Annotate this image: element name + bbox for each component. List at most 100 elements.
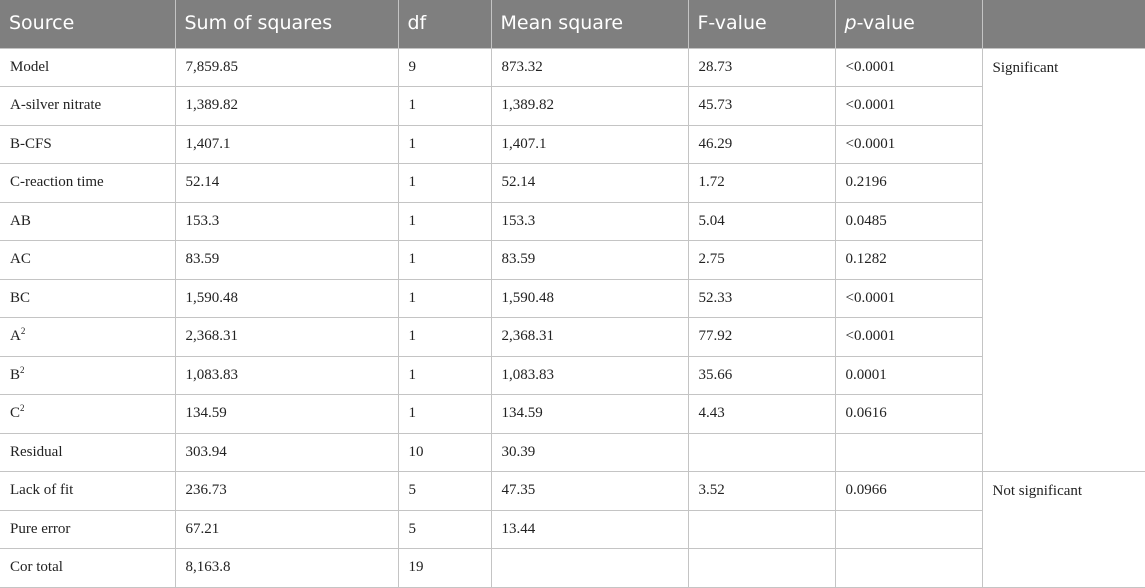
f-value-cell: 3.52 — [687, 471, 836, 511]
source-label: A — [10, 328, 21, 345]
mean-square-cell: 13.44 — [490, 509, 689, 549]
mean-square-cell: 1,083.83 — [490, 355, 689, 395]
source-cell: Pure error — [0, 509, 176, 549]
p-value-cell — [834, 509, 982, 549]
df-cell: 5 — [397, 471, 492, 511]
source-cell: Model — [0, 47, 176, 87]
df-cell: 1 — [397, 394, 492, 434]
anova-table: Source Sum of squares df Mean square F-v… — [0, 0, 1145, 588]
table-row: Residual 303.94 10 30.39 — [0, 432, 1145, 472]
df-cell: 9 — [397, 47, 492, 87]
mean-square-cell: 134.59 — [490, 394, 689, 434]
p-value-cell: <0.0001 — [834, 124, 982, 164]
source-cell: A2 — [0, 317, 176, 357]
df-cell: 5 — [397, 509, 492, 549]
source-label: Model — [10, 58, 50, 75]
df-cell: 1 — [397, 163, 492, 203]
source-label: C-reaction time — [10, 174, 104, 191]
table-row: A-silver nitrate 1,389.82 1 1,389.82 45.73 <0… — [0, 86, 1145, 126]
table-row: AB 153.3 1 153.3 5.04 0.0485 — [0, 201, 1145, 241]
p-value-cell — [834, 432, 982, 472]
f-value-cell: 52.33 — [687, 278, 836, 318]
source-cell: A-silver nitrate — [0, 86, 176, 126]
header-mean-square: Mean square — [490, 0, 688, 48]
source-label: C — [10, 405, 21, 422]
mean-square-cell: 1,389.82 — [490, 86, 689, 126]
exponent: 2 — [20, 326, 26, 337]
source-cell: Residual — [0, 432, 176, 472]
f-value-cell — [687, 509, 836, 549]
mean-square-cell: 30.39 — [490, 432, 689, 472]
table-row: A2 2,368.31 1 2,368.31 77.92 <0.0001 — [0, 317, 1145, 357]
table-row: B-CFS 1,407.1 1 1,407.1 46.29 <0.0001 — [0, 124, 1145, 164]
model-significance-note: Significant — [981, 47, 1145, 472]
p-value-cell: 0.1282 — [834, 240, 982, 280]
source-label: Cor total — [10, 559, 63, 576]
header-significance — [981, 0, 1145, 48]
source-label: Lack of fit — [10, 482, 74, 499]
sum-of-squares-cell: 67.21 — [174, 509, 399, 549]
mean-square-cell: 1,407.1 — [490, 124, 689, 164]
table-row: B2 1,083.83 1 1,083.83 35.66 0.0001 — [0, 355, 1145, 395]
exponent: 2 — [20, 403, 25, 414]
mean-square-cell: 83.59 — [490, 240, 689, 280]
f-value-cell: 35.66 — [687, 355, 836, 395]
sum-of-squares-cell: 1,407.1 — [174, 124, 399, 164]
p-value-cell: 0.0485 — [834, 201, 982, 241]
sum-of-squares-cell: 2,368.31 — [174, 317, 399, 357]
mean-square-cell — [490, 548, 689, 588]
source-cell: C-reaction time — [0, 163, 176, 203]
df-cell: 1 — [397, 317, 492, 357]
df-cell: 1 — [397, 86, 492, 126]
p-value-cell: 0.0616 — [834, 394, 982, 434]
mean-square-cell: 47.35 — [490, 471, 689, 511]
df-cell: 19 — [397, 548, 492, 588]
source-label: Pure error — [10, 520, 71, 537]
p-value-cell — [834, 548, 982, 588]
header-source: Source — [0, 0, 175, 48]
f-value-cell: 28.73 — [687, 47, 836, 87]
df-cell: 1 — [397, 278, 492, 318]
lack-of-fit-significance-note: Not significant — [981, 471, 1145, 588]
source-label: AB — [10, 212, 31, 229]
sum-of-squares-cell: 52.14 — [174, 163, 399, 203]
df-cell: 10 — [397, 432, 492, 472]
source-label: AC — [10, 251, 31, 268]
f-value-cell: 4.43 — [687, 394, 836, 434]
table-row: BC 1,590.48 1 1,590.48 52.33 <0.0001 — [0, 278, 1145, 318]
source-cell: AB — [0, 201, 176, 241]
df-cell: 1 — [397, 201, 492, 241]
header-df: df — [397, 0, 491, 48]
f-value-cell: 45.73 — [687, 86, 836, 126]
source-cell: B-CFS — [0, 124, 176, 164]
sum-of-squares-cell: 1,590.48 — [174, 278, 399, 318]
sum-of-squares-cell: 153.3 — [174, 201, 399, 241]
header-p-suffix: -value — [856, 11, 915, 34]
p-value-cell: 0.0001 — [834, 355, 982, 395]
source-label: A-silver nitrate — [10, 97, 102, 114]
table-body: Model 7,859.85 9 873.32 28.73 <0.0001 Signific… — [0, 47, 1145, 588]
source-cell: Cor total — [0, 548, 176, 588]
mean-square-cell: 2,368.31 — [490, 317, 689, 357]
f-value-cell: 46.29 — [687, 124, 836, 164]
table-row: AC 83.59 1 83.59 2.75 0.1282 — [0, 240, 1145, 280]
mean-square-cell: 1,590.48 — [490, 278, 689, 318]
sum-of-squares-cell: 83.59 — [174, 240, 399, 280]
p-value-cell: <0.0001 — [834, 86, 982, 126]
f-value-cell: 2.75 — [687, 240, 836, 280]
source-label: Residual — [10, 443, 63, 460]
mean-square-cell: 153.3 — [490, 201, 689, 241]
df-cell: 1 — [397, 124, 492, 164]
source-label: B-CFS — [10, 135, 52, 152]
p-value-cell: <0.0001 — [834, 278, 982, 318]
table-row: Model 7,859.85 9 873.32 28.73 <0.0001 Signific… — [0, 47, 1145, 472]
header-sum-of-squares: Sum of squares — [174, 0, 398, 48]
table-row: Pure error 67.21 5 13.44 — [0, 509, 1145, 549]
source-cell: AC — [0, 240, 176, 280]
header-row: Source Sum of squares df Mean square F-v… — [0, 0, 1145, 48]
table-row: C-reaction time 52.14 1 52.14 1.72 0.2196 — [0, 163, 1145, 203]
sum-of-squares-cell: 236.73 — [174, 471, 399, 511]
header-p-italic: p — [844, 11, 857, 34]
sum-of-squares-cell: 1,389.82 — [174, 86, 399, 126]
sum-of-squares-cell: 8,163.8 — [174, 548, 399, 588]
